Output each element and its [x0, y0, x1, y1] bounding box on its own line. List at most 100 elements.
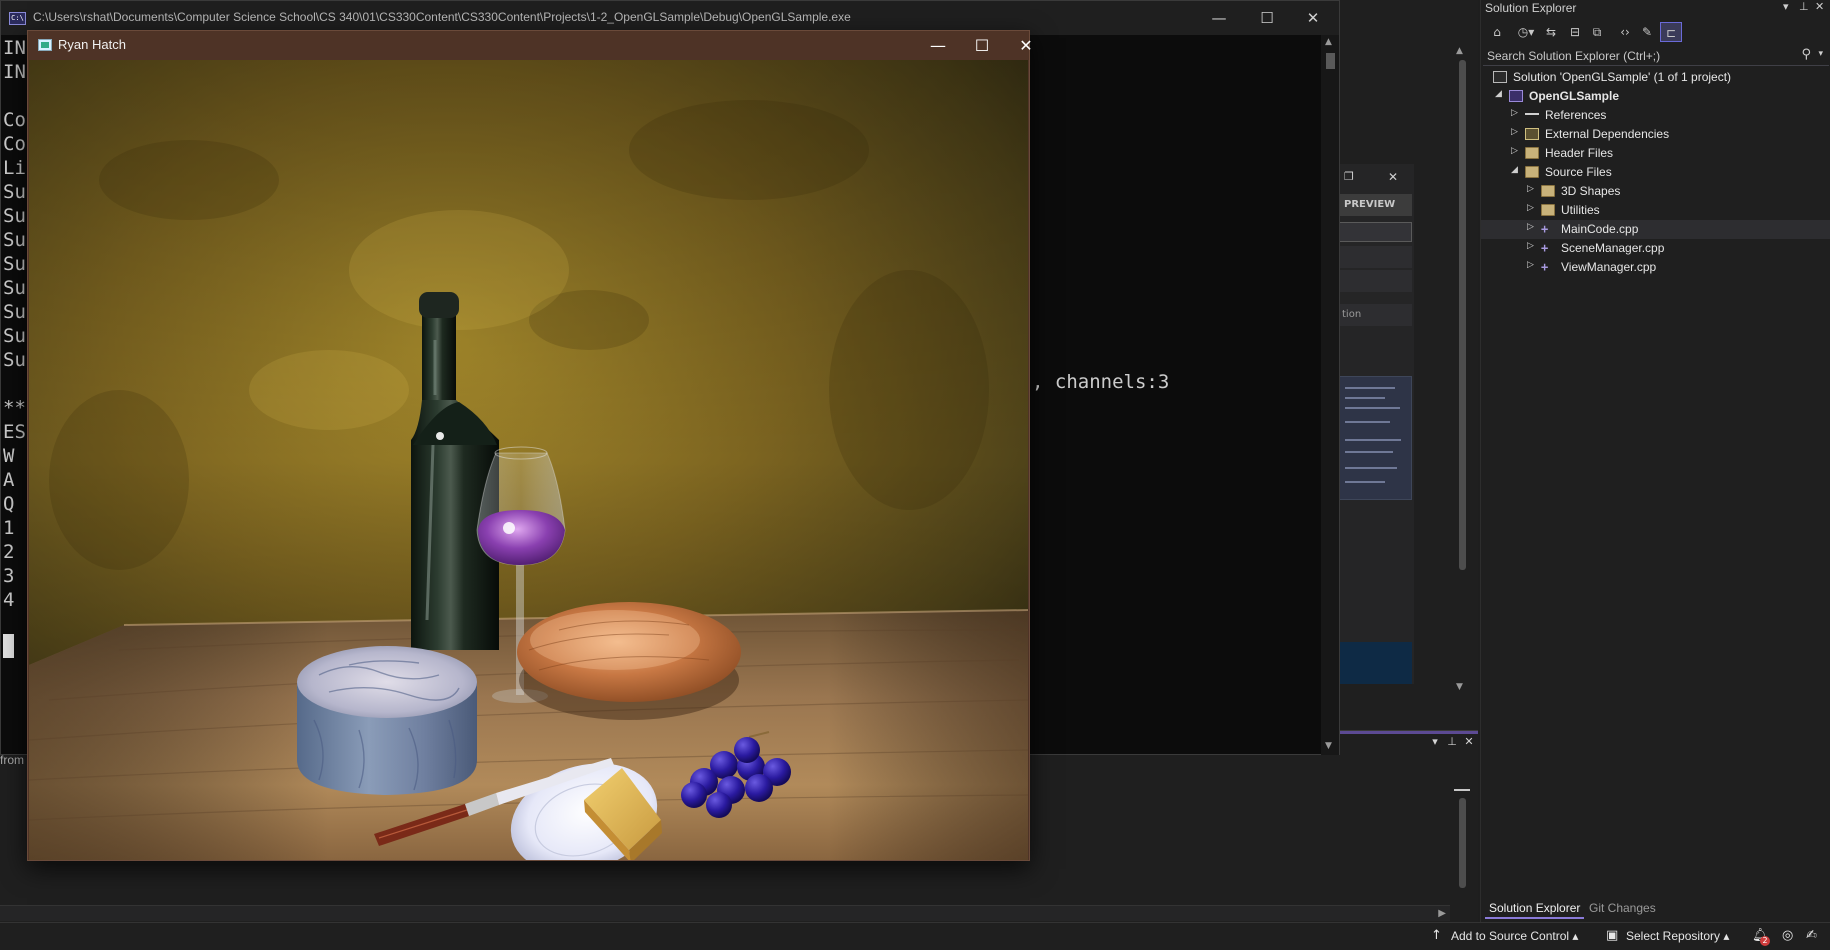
sync-icon[interactable]: ⇆ — [1541, 22, 1561, 42]
console-output-fragment: , channels:3 — [1032, 371, 1170, 393]
search-input[interactable]: Search Solution Explorer (Ctrl+;) — [1487, 49, 1660, 63]
preview-row[interactable] — [1338, 270, 1412, 292]
app-icon — [38, 39, 52, 51]
tree-item[interactable]: ▷ Header Files — [1481, 144, 1830, 163]
output-vertical-scrollbar[interactable] — [1454, 780, 1470, 900]
tree-item[interactable]: ◢ OpenGLSample — [1481, 87, 1830, 106]
tab-solution-explorer[interactable]: Solution Explorer — [1485, 897, 1585, 919]
console-line: Su — [3, 301, 26, 323]
console-line: Su — [3, 325, 26, 347]
tree-item[interactable]: ▷ Utilities — [1481, 201, 1830, 220]
tree-item[interactable]: ▷ + ViewManager.cpp — [1481, 258, 1830, 277]
opengl-window[interactable]: Ryan Hatch — ☐ ✕ — [27, 30, 1033, 861]
panel-dropdown-icon[interactable]: ▾ — [1428, 735, 1442, 749]
console-line: IN — [3, 37, 26, 59]
tree-item-label: Header Files — [1545, 146, 1614, 160]
collapsed-chevron-icon[interactable]: ▷ — [1527, 222, 1534, 232]
collapsed-chevron-icon[interactable]: ▷ — [1527, 203, 1534, 213]
tree-item[interactable]: ▷ External Dependencies — [1481, 125, 1830, 144]
feedback-icon[interactable]: ✍ — [1806, 928, 1817, 943]
console-line: Li — [3, 157, 26, 179]
tree-item[interactable]: ▷ + SceneManager.cpp — [1481, 239, 1830, 258]
console-line: IN — [3, 61, 26, 83]
dropdown-icon[interactable]: ▾ — [1783, 0, 1789, 13]
folder-icon — [1525, 147, 1539, 159]
solution-explorer-search[interactable]: Search Solution Explorer (Ctrl+;) ⚲ ▾ — [1483, 46, 1829, 66]
tree-item-label: Utilities — [1561, 203, 1600, 217]
collapsed-chevron-icon[interactable]: ▷ — [1511, 127, 1518, 137]
properties-icon[interactable]: ✎ — [1637, 22, 1657, 42]
collapse-all-icon[interactable]: ⊟ — [1565, 22, 1585, 42]
tree-item[interactable]: ▷ + MainCode.cpp — [1481, 220, 1830, 239]
collapsed-chevron-icon[interactable]: ▷ — [1527, 260, 1534, 270]
console-line: W — [3, 445, 15, 467]
select-repository-button[interactable]: Select Repository ▴ — [1626, 929, 1729, 943]
select-repository-label: Select Repository — [1626, 929, 1721, 943]
console-cursor — [3, 634, 14, 658]
close-button[interactable]: ✕ — [1004, 31, 1048, 60]
add-to-source-control-label: Add to Source Control — [1451, 929, 1570, 943]
close-icon[interactable]: ✕ — [1815, 0, 1824, 13]
console-scrollbar[interactable]: ▲ ▼ — [1321, 35, 1339, 755]
tree-item[interactable]: ▷ 3D Shapes — [1481, 182, 1830, 201]
maximize-button[interactable]: ☐ — [1247, 5, 1287, 31]
repository-icon: ▣ — [1606, 928, 1619, 943]
preview-field[interactable] — [1338, 222, 1412, 242]
chevron-down-icon[interactable]: ▾ — [1818, 49, 1823, 59]
tree-item[interactable]: ▷ References — [1481, 106, 1830, 125]
pin-icon[interactable]: ⊥ — [1445, 735, 1459, 749]
tab-git-changes[interactable]: Git Changes — [1585, 897, 1660, 919]
solution-explorer-header: Solution Explorer ▾ ⊥ ✕ — [1481, 0, 1830, 16]
collapsed-chevron-icon[interactable]: ▷ — [1527, 184, 1534, 194]
console-line: Su — [3, 205, 26, 227]
expanded-chevron-icon[interactable]: ◢ — [1495, 89, 1502, 99]
copilot-icon[interactable]: ◎ — [1782, 928, 1793, 943]
panel-title: Solution Explorer — [1485, 1, 1577, 15]
cpp-file-icon: + — [1541, 222, 1549, 236]
maximize-button[interactable]: ☐ — [960, 31, 1004, 60]
expanded-chevron-icon[interactable]: ◢ — [1511, 165, 1518, 175]
console-line: 2 — [3, 541, 15, 563]
preview-selected-icon[interactable]: ⊏ — [1660, 22, 1682, 42]
opengl-titlebar[interactable]: Ryan Hatch — ☐ ✕ — [28, 31, 1033, 60]
window-title: Ryan Hatch — [58, 37, 126, 52]
console-line: 4 — [3, 589, 15, 611]
console-line: 1 — [3, 517, 15, 539]
pin-icon[interactable]: ⊥ — [1799, 0, 1809, 13]
tree-item-label: SceneManager.cpp — [1561, 241, 1665, 255]
3d-scene — [29, 60, 1028, 860]
console-path: C:\Users\rshat\Documents\Computer Scienc… — [33, 10, 851, 24]
tree-item-label: MainCode.cpp — [1561, 222, 1639, 236]
close-button[interactable]: ✕ — [1293, 5, 1333, 31]
output-horizontal-scrollbar[interactable]: ▶ — [0, 905, 1450, 921]
opengl-render-canvas[interactable] — [29, 60, 1028, 860]
search-icon[interactable]: ⚲ — [1801, 47, 1811, 62]
bread-loaf — [517, 602, 741, 720]
collapsed-chevron-icon[interactable]: ▷ — [1527, 241, 1534, 251]
home-icon[interactable]: ⌂ — [1487, 22, 1507, 42]
restore-icon[interactable]: ❐ — [1344, 170, 1354, 183]
console-line: ES — [3, 421, 26, 443]
preview-row[interactable] — [1338, 246, 1412, 268]
history-icon[interactable]: ◷▾ — [1513, 22, 1539, 42]
show-all-files-icon[interactable]: ⧉ — [1587, 22, 1607, 42]
view-code-icon[interactable]: ‹› — [1615, 22, 1635, 42]
console-line: Su — [3, 277, 26, 299]
preview-tab[interactable]: PREVIEW — [1338, 194, 1412, 216]
output-panel: ▾ ⊥ ✕ — [1030, 730, 1478, 905]
minimize-button[interactable]: — — [916, 31, 960, 60]
editor-vertical-scrollbar[interactable]: ▲ ▼ — [1454, 46, 1470, 696]
add-to-source-control-button[interactable]: Add to Source Control ▴ — [1451, 929, 1578, 943]
collapsed-chevron-icon[interactable]: ▷ — [1511, 146, 1518, 156]
tree-item[interactable]: Solution 'OpenGLSample' (1 of 1 project) — [1481, 68, 1830, 87]
collapsed-chevron-icon[interactable]: ▷ — [1511, 108, 1518, 118]
blue-cheese-wheel — [297, 646, 477, 795]
minimize-button[interactable]: — — [1199, 5, 1239, 31]
preview-row[interactable]: tion — [1338, 304, 1412, 326]
tree-item[interactable]: ◢ Source Files — [1481, 163, 1830, 182]
notification-badge: 2 — [1760, 936, 1770, 946]
folder-icon — [1541, 185, 1555, 197]
console-line: Su — [3, 229, 26, 251]
close-icon[interactable]: ✕ — [1388, 170, 1398, 184]
close-icon[interactable]: ✕ — [1462, 735, 1476, 749]
